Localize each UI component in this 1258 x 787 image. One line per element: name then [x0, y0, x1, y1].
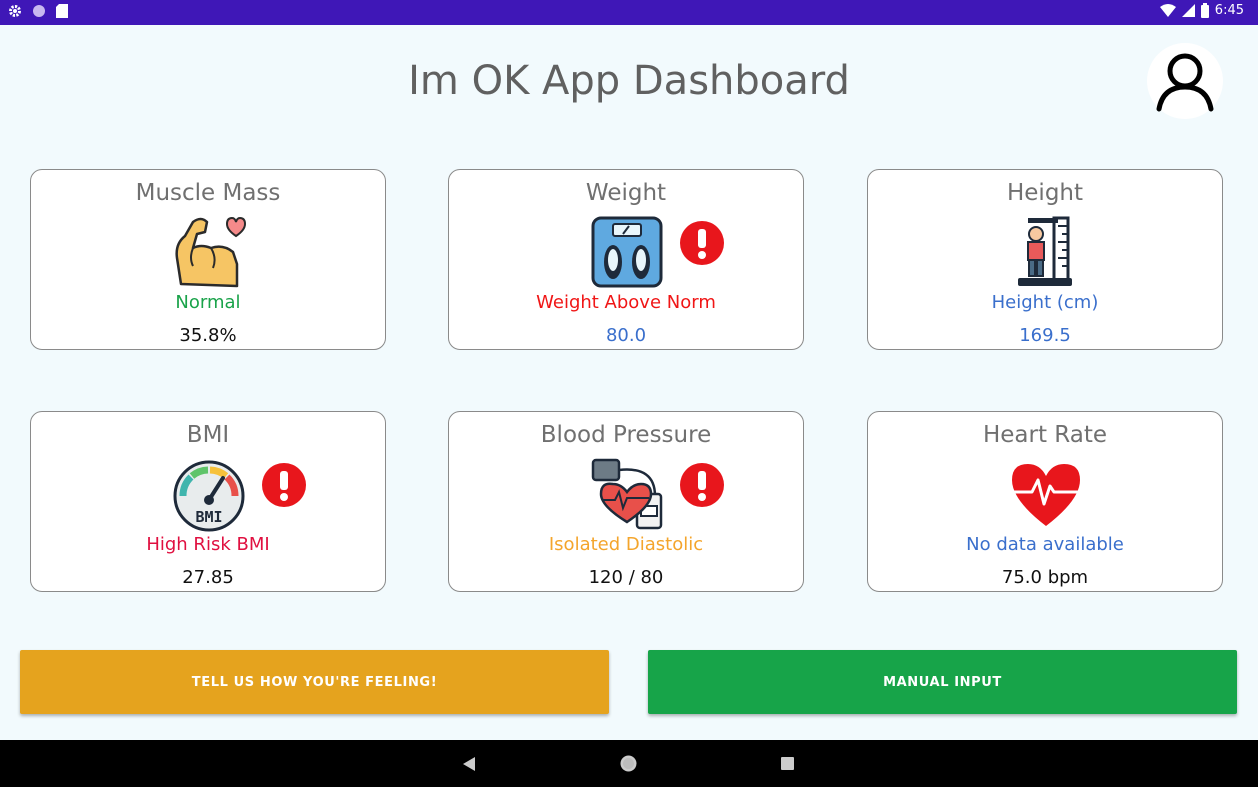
- sd-card-icon: [56, 4, 68, 18]
- card-title: Weight: [585, 180, 667, 206]
- card-status: Normal: [175, 292, 241, 313]
- heartbeat-icon: [1012, 464, 1080, 526]
- card-title: BMI: [186, 422, 230, 448]
- flexed-arm-icon: [175, 216, 247, 288]
- signal-icon: [1181, 4, 1195, 17]
- profile-button[interactable]: [1147, 43, 1223, 119]
- card-title: Blood Pressure: [540, 422, 712, 448]
- svg-text:BMI: BMI: [195, 508, 222, 526]
- card-value: 169.5: [1019, 325, 1071, 346]
- manual-input-button[interactable]: MANUAL INPUT: [648, 650, 1237, 714]
- card-title: Height: [1006, 180, 1084, 206]
- bmi-gauge-icon: BMI: [173, 460, 245, 532]
- scale-icon: [591, 216, 663, 288]
- circle-icon: [33, 5, 45, 17]
- card-status: Weight Above Norm: [536, 292, 716, 313]
- gear-icon: [9, 5, 21, 17]
- wifi-icon: [1159, 4, 1176, 17]
- alert-icon: [680, 463, 724, 507]
- height-card[interactable]: Height Height (cm) 169.5: [867, 169, 1223, 350]
- card-title: Muscle Mass: [135, 180, 281, 206]
- back-icon[interactable]: [462, 756, 476, 772]
- status-notifications: [8, 4, 68, 18]
- status-time: 6:45: [1214, 3, 1244, 18]
- weight-card[interactable]: Weight Weight Above Norm 80.0: [448, 169, 804, 350]
- muscle-mass-card[interactable]: Muscle Mass Normal 35.8%: [30, 169, 386, 350]
- page-title: Im OK App Dashboard: [408, 58, 850, 104]
- height-ruler-icon: [1018, 216, 1072, 286]
- bmi-card[interactable]: BMI BMI High Risk BMI 27.85: [30, 411, 386, 592]
- battery-icon: [1200, 3, 1209, 18]
- card-value: 80.0: [605, 325, 647, 346]
- alert-icon: [262, 463, 306, 507]
- card-value: 120 / 80: [588, 567, 664, 588]
- card-title: Heart Rate: [982, 422, 1108, 448]
- user-icon: [1156, 53, 1214, 112]
- card-status: Isolated Diastolic: [548, 534, 704, 555]
- feeling-button[interactable]: TELL US HOW YOU'RE FEELING!: [20, 650, 609, 714]
- status-bar: 6:45: [0, 0, 1258, 25]
- card-value: 75.0 bpm: [1001, 567, 1089, 588]
- status-system: 6:45: [1159, 3, 1244, 18]
- home-icon[interactable]: [619, 754, 638, 773]
- card-status: Height (cm): [991, 292, 1099, 313]
- card-status: High Risk BMI: [146, 534, 270, 555]
- card-status: No data available: [966, 534, 1124, 555]
- card-value: 27.85: [182, 567, 234, 588]
- card-value: 35.8%: [179, 325, 237, 346]
- alert-icon: [680, 221, 724, 265]
- navigation-bar: [0, 740, 1258, 787]
- blood-pressure-monitor-icon: [591, 458, 663, 530]
- heart-rate-card[interactable]: Heart Rate No data available 75.0 bpm: [867, 411, 1223, 592]
- blood-pressure-card[interactable]: Blood Pressure Isolated Diastolic 120 / …: [448, 411, 804, 592]
- recents-icon[interactable]: [781, 757, 794, 770]
